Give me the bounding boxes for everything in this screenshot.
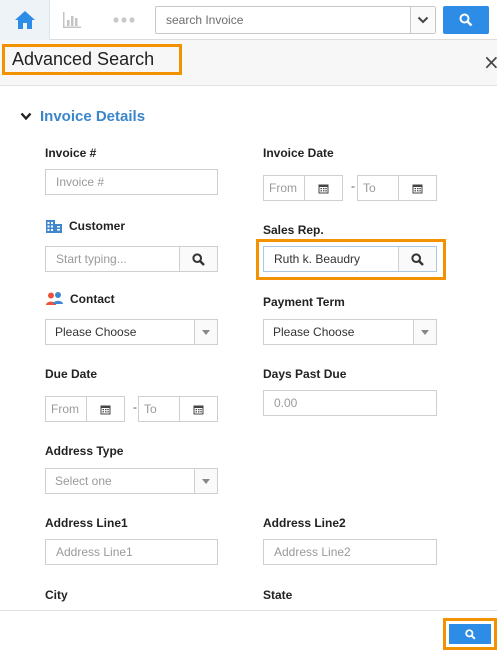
address-line2-field xyxy=(263,539,437,565)
calendar-icon[interactable] xyxy=(87,397,124,421)
caret-down-icon xyxy=(195,320,217,344)
date-range-separator: - xyxy=(351,179,355,193)
caret-down-icon xyxy=(414,320,436,344)
search-icon xyxy=(459,13,473,27)
panel-footer xyxy=(0,610,497,650)
more-tab[interactable] xyxy=(112,12,136,28)
sales-rep-search-button[interactable] xyxy=(399,247,436,271)
chevron-down-icon xyxy=(417,16,429,24)
address-line1-label: Address Line1 xyxy=(45,516,128,530)
search-submit-button[interactable] xyxy=(449,624,491,644)
state-label: State xyxy=(263,588,293,602)
search-input[interactable] xyxy=(156,7,411,33)
address-type-select-value: Select one xyxy=(46,469,195,493)
due-date-to[interactable]: To xyxy=(138,396,218,422)
address-type-select[interactable]: Select one xyxy=(45,468,218,494)
contacts-icon xyxy=(46,292,63,305)
section-title: Invoice Details xyxy=(40,108,146,125)
invoice-date-from-placeholder: From xyxy=(264,176,305,200)
page-title: Advanced Search xyxy=(12,49,155,69)
caret-down-icon xyxy=(195,469,217,493)
contact-select[interactable]: Please Choose xyxy=(45,319,218,345)
due-date-from[interactable]: From xyxy=(45,396,125,422)
section-toggle-invoice-details[interactable]: Invoice Details xyxy=(20,108,145,125)
search-icon xyxy=(411,252,424,266)
customer-label-row: Customer xyxy=(45,218,125,234)
more-dots-icon xyxy=(113,17,135,23)
home-tab[interactable] xyxy=(0,0,50,40)
due-date-label: Due Date xyxy=(45,367,98,381)
search-submit-highlight xyxy=(443,618,497,650)
due-date-from-placeholder: From xyxy=(46,397,87,421)
bar-chart-icon xyxy=(63,12,81,28)
invoice-date-from[interactable]: From xyxy=(263,175,343,201)
address-type-label: Address Type xyxy=(45,444,124,458)
contact-label-row: Contact xyxy=(45,291,115,307)
address-line1-field xyxy=(45,539,218,565)
calendar-icon[interactable] xyxy=(399,176,436,200)
payment-term-select[interactable]: Please Choose xyxy=(263,319,437,345)
customer-input[interactable]: Start typing... xyxy=(46,247,180,271)
days-past-due-label: Days Past Due xyxy=(263,367,347,381)
address-line1-input[interactable] xyxy=(56,545,207,559)
invoice-number-label: Invoice # xyxy=(45,146,97,160)
sales-rep-lookup: Ruth k. Beaudry xyxy=(263,246,437,272)
search-box xyxy=(155,6,436,34)
building-icon xyxy=(46,220,62,233)
address-line2-label: Address Line2 xyxy=(263,516,346,530)
city-label: City xyxy=(45,588,68,602)
close-icon[interactable]: × xyxy=(483,52,497,72)
calendar-icon[interactable] xyxy=(180,397,217,421)
panel-header: Advanced Search × xyxy=(0,40,497,86)
days-past-due-field xyxy=(263,390,437,416)
customer-lookup: Start typing... xyxy=(45,246,218,272)
contact-label: Contact xyxy=(70,292,115,306)
days-past-due-input[interactable] xyxy=(274,396,426,410)
search-icon xyxy=(192,252,205,266)
due-date-to-placeholder: To xyxy=(139,397,180,421)
invoice-date-to-placeholder: To xyxy=(358,176,399,200)
search-button[interactable] xyxy=(443,6,489,34)
reports-tab[interactable] xyxy=(60,10,84,30)
invoice-number-field xyxy=(45,169,218,195)
date-range-separator: - xyxy=(133,400,137,414)
title-highlight: Advanced Search xyxy=(2,44,182,75)
search-dropdown-toggle[interactable] xyxy=(410,7,435,33)
search-icon xyxy=(464,628,476,640)
customer-search-button[interactable] xyxy=(180,247,217,271)
top-bar xyxy=(0,0,497,40)
calendar-icon[interactable] xyxy=(305,176,342,200)
invoice-date-label: Invoice Date xyxy=(263,146,334,160)
chevron-down-icon xyxy=(20,112,32,121)
payment-term-select-value: Please Choose xyxy=(264,320,414,344)
payment-term-label: Payment Term xyxy=(263,295,345,309)
contact-select-value: Please Choose xyxy=(46,320,195,344)
customer-label: Customer xyxy=(69,219,126,233)
invoice-number-input[interactable] xyxy=(56,175,207,189)
invoice-date-to[interactable]: To xyxy=(357,175,437,201)
address-line2-input[interactable] xyxy=(274,545,426,559)
home-icon xyxy=(14,11,35,29)
sales-rep-label: Sales Rep. xyxy=(263,223,324,237)
sales-rep-input[interactable]: Ruth k. Beaudry xyxy=(264,247,399,271)
